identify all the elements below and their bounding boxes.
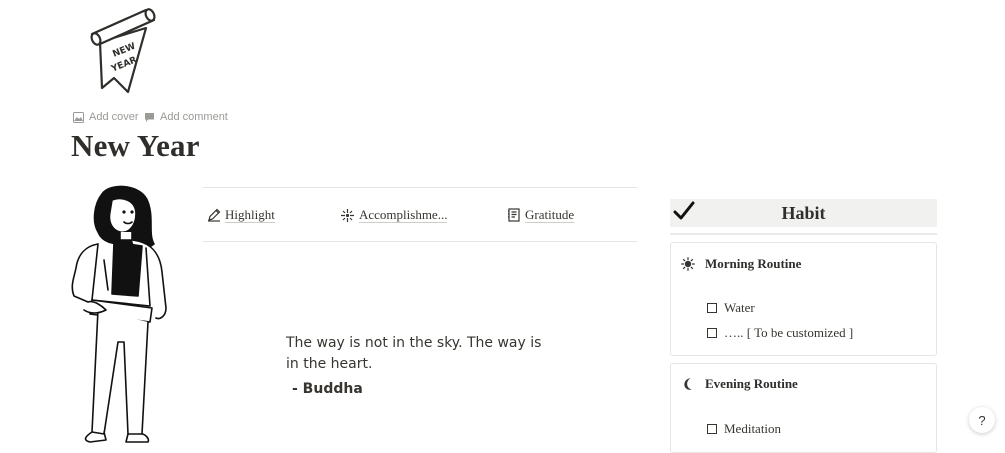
add-comment-label: Add comment	[160, 111, 228, 123]
link-gratitude-label: Gratitude	[525, 207, 575, 223]
pencil-icon	[208, 208, 221, 222]
todo-label: ….. [ To be customized ]	[724, 325, 854, 340]
link-gratitude[interactable]: Gratitude	[507, 207, 575, 223]
evening-routine-heading: Evening Routine	[681, 376, 798, 392]
add-cover-label: Add cover	[89, 111, 139, 123]
link-accomplishments-label: Accomplishme...	[359, 207, 448, 223]
link-highlight-label: Highlight	[225, 207, 275, 223]
evening-routine-title: Evening Routine	[705, 376, 798, 391]
sun-icon	[681, 257, 695, 271]
todo-checkbox[interactable]	[707, 303, 717, 313]
add-comment-button[interactable]: Add comment	[144, 111, 228, 123]
comment-icon	[145, 112, 154, 122]
divider	[670, 233, 937, 235]
divider	[203, 241, 637, 242]
todo-label: Meditation	[724, 421, 782, 436]
quote-text: The way is not in the sky. The way is in…	[286, 335, 542, 372]
sparkle-icon	[341, 208, 354, 222]
todo-label: Water	[724, 300, 755, 315]
todo-checkbox[interactable]	[707, 328, 717, 338]
moon-icon	[684, 378, 692, 390]
woman-illustration	[71, 185, 167, 443]
new-year-banner-icon[interactable]: NEW YEAR	[88, 8, 158, 100]
morning-routine-heading: Morning Routine	[681, 256, 801, 272]
todo-item[interactable]: Water	[707, 300, 755, 316]
morning-routine-title: Morning Routine	[705, 256, 802, 271]
notebook-icon	[508, 208, 520, 222]
todo-item[interactable]: Meditation	[707, 421, 781, 437]
todo-item[interactable]: ….. [ To be customized ]	[707, 325, 853, 341]
add-cover-button[interactable]: Add cover	[73, 111, 139, 123]
link-highlight[interactable]: Highlight	[207, 207, 275, 223]
quote-author: - Buddha	[292, 381, 363, 397]
todo-checkbox[interactable]	[707, 424, 717, 434]
page-title[interactable]: New Year	[71, 128, 200, 164]
image-icon	[73, 111, 84, 123]
divider	[203, 187, 637, 188]
help-button[interactable]: ?	[969, 407, 995, 433]
link-accomplishments[interactable]: Accomplishme...	[340, 207, 448, 223]
habit-title: Habit	[781, 203, 826, 223]
